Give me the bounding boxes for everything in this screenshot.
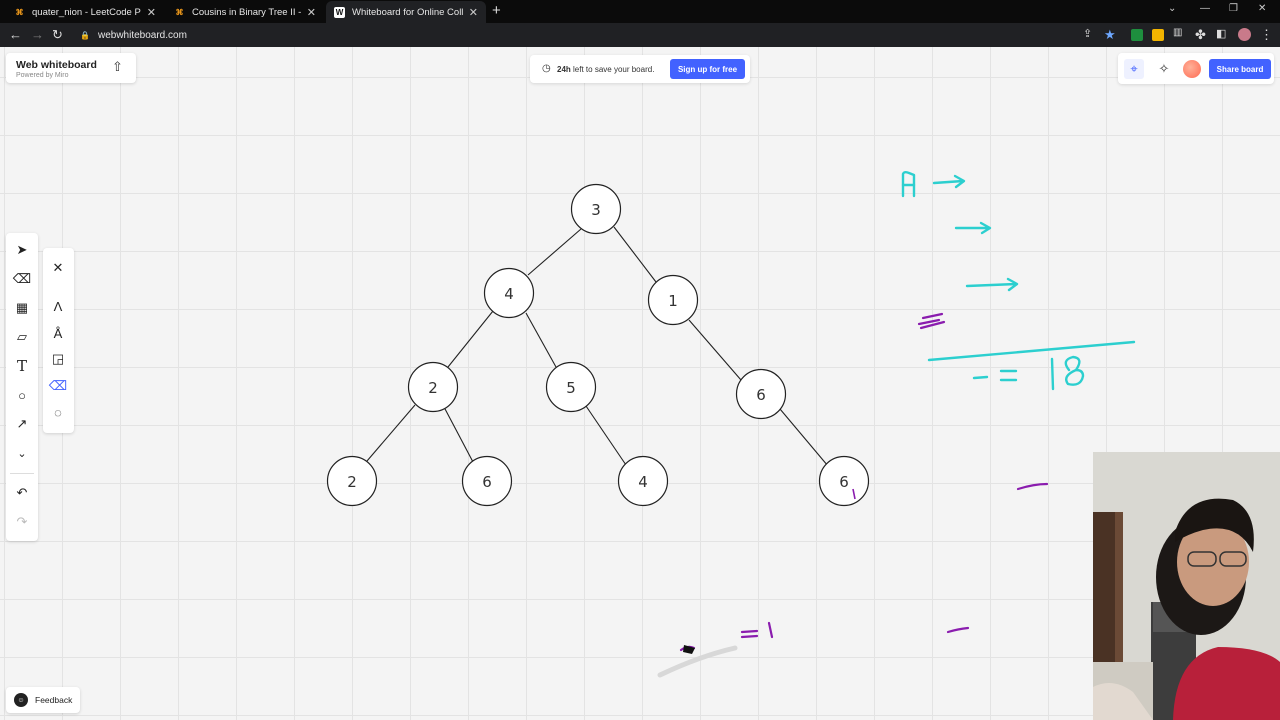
toolbar-divider [10, 473, 34, 474]
eraser-trail [657, 645, 738, 678]
ink-arrow-3 [965, 277, 1019, 292]
app-subtitle: Powered by Miro [16, 72, 69, 79]
more-tools-chevron-icon[interactable]: ⌄ [12, 443, 32, 463]
tree-node-value: 5 [566, 379, 576, 397]
lasso-icon[interactable]: ◌ [48, 402, 68, 422]
tree-node-value: 1 [668, 292, 678, 310]
arrow-line-icon[interactable]: ↗ [12, 414, 32, 434]
edge-4-2 [447, 310, 494, 368]
ink-purple-equals [740, 629, 759, 639]
tree-node-value: 6 [839, 473, 849, 491]
ink-purple-one [767, 621, 774, 639]
tree-node-value: 6 [756, 386, 766, 404]
tree-node-value: 4 [638, 473, 648, 491]
ink-arrow-1 [932, 174, 966, 189]
feedback-button[interactable]: ☺ Feedback [6, 687, 80, 713]
ink-arrow-2 [954, 221, 992, 235]
select-cursor-icon[interactable]: ➤ [12, 240, 32, 260]
left-toolbar: ➤ ⌫ ▦ ▱ T ○ ↗ ⌄ ↶ ↷ [6, 233, 38, 541]
tree-node-value: 4 [504, 285, 514, 303]
text-tool-icon[interactable]: T [12, 356, 32, 376]
ink-purple-dash-2 [946, 626, 970, 634]
cursor-filter-icon[interactable]: ⌖ [1124, 59, 1144, 79]
edge-4-5 [525, 312, 557, 368]
teal-ink [901, 171, 1136, 391]
save-hours: 24h [557, 65, 571, 74]
sticky-note-icon[interactable]: ▱ [12, 327, 32, 347]
collab-panel: ⌖ ✧ Share board [1118, 53, 1274, 84]
webcam-overlay [1093, 452, 1280, 720]
feedback-label: Feedback [35, 695, 73, 705]
edge-3-1 [613, 226, 657, 283]
celebrate-icon[interactable]: ✧ [1154, 59, 1174, 79]
tree-node-value: 2 [347, 473, 357, 491]
pen-toolbar: ✕ Λ Å ◲ ⌫ ◌ [43, 248, 74, 433]
brand-panel: Web whiteboard Powered by Miro ⇧ [6, 53, 136, 83]
edge-2-6 [443, 406, 474, 463]
export-upload-icon[interactable]: ⇧ [112, 59, 123, 75]
edge-3-4 [527, 228, 582, 276]
eraser-icon[interactable]: ⌫ [12, 269, 32, 289]
edge-5-4 [585, 405, 627, 466]
clock-icon: ◷ [542, 63, 551, 74]
user-avatar[interactable] [1182, 59, 1202, 79]
board-drawing: 3 4 1 2 5 6 2 6 4 6 [326, 171, 1136, 678]
shape-circle-icon[interactable]: ○ [12, 385, 32, 405]
shape-recognition-icon[interactable]: ◲ [48, 349, 68, 369]
pen-eraser-icon[interactable]: ⌫ [48, 376, 68, 396]
redo-icon[interactable]: ↷ [12, 512, 32, 532]
save-notice: ◷ 24h left to save your board. Sign up f… [530, 55, 750, 83]
tree-node-value: 6 [482, 473, 492, 491]
sign-up-button[interactable]: Sign up for free [670, 59, 745, 79]
edge-2-2 [366, 404, 416, 462]
share-board-button[interactable]: Share board [1209, 59, 1271, 79]
save-text: left to save your board. [573, 65, 655, 74]
ink-purple-scribble [917, 312, 946, 330]
ink-purple-dash-1 [1016, 482, 1049, 491]
webcam-image [1093, 452, 1280, 720]
undo-icon[interactable]: ↶ [12, 483, 32, 503]
ink-digit-eight [1064, 355, 1085, 386]
ink-equals [972, 369, 1018, 382]
ink-sum-line [927, 340, 1136, 362]
tree-edges [366, 226, 829, 467]
tree-node-value: 2 [428, 379, 438, 397]
tree-node-value: 3 [591, 201, 601, 219]
app-title: Web whiteboard [16, 59, 97, 71]
highlighter-icon[interactable]: Å [48, 323, 68, 343]
close-icon[interactable]: ✕ [48, 258, 68, 278]
feedback-icon: ☺ [14, 693, 28, 707]
ink-digit-one [1050, 357, 1055, 391]
template-grid-icon[interactable]: ▦ [12, 298, 32, 318]
pen-icon[interactable]: Λ [48, 296, 68, 316]
edge-6-6 [779, 408, 829, 467]
edge-1-6 [688, 319, 742, 381]
